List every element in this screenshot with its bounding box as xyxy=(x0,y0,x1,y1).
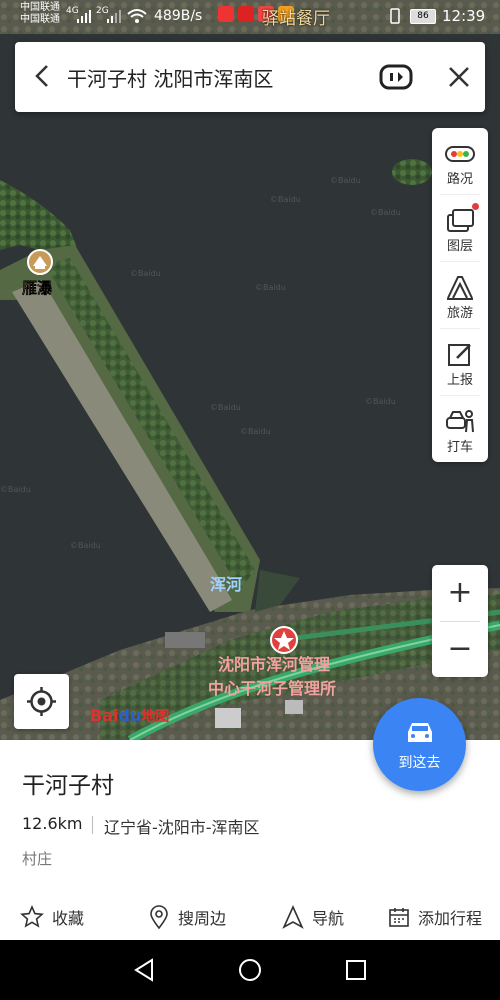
network-speed: 489B/s xyxy=(154,8,203,24)
svg-text:©Baidu: ©Baidu xyxy=(270,195,301,204)
map-tool-panel: 路况 图层 旅游 上报 打车 xyxy=(432,128,488,462)
search-bar[interactable]: 干河子村 沈阳市浑南区 xyxy=(15,42,485,112)
zoom-control: + − xyxy=(432,565,488,677)
river-label: 浑河 xyxy=(210,575,242,594)
carrier-labels: 中国联通 中国联通 xyxy=(20,2,60,25)
svg-text:©Baidu: ©Baidu xyxy=(370,208,401,217)
home-circle-icon[interactable] xyxy=(236,956,264,984)
signal-bars-icon xyxy=(77,10,91,23)
vibrate-icon xyxy=(390,8,400,24)
go-here-button[interactable]: 到这去 xyxy=(373,698,466,791)
traffic-icon xyxy=(445,146,475,162)
poi-main-label-2[interactable]: 中心干河子管理所 xyxy=(208,679,336,698)
svg-text:©Baidu: ©Baidu xyxy=(255,283,286,292)
crosshair-location-icon xyxy=(27,687,56,716)
back-arrow-icon[interactable] xyxy=(29,62,57,90)
recents-square-icon[interactable] xyxy=(342,956,370,984)
search-nearby-button[interactable]: 搜周边 xyxy=(148,898,226,936)
navigation-icon xyxy=(282,905,304,929)
poi-main-label-1[interactable]: 沈阳市浑河管理 xyxy=(218,655,330,674)
place-name: 干河子村 xyxy=(22,773,114,799)
svg-text:©Baidu: ©Baidu xyxy=(0,485,31,494)
status-bar: 中国联通 中国联通 4G 2G 489B/s 驿站餐厅 86 12:39 xyxy=(0,0,500,34)
zoom-in-button[interactable]: + xyxy=(432,565,488,621)
add-itinerary-button[interactable]: 添加行程 xyxy=(388,898,482,936)
tool-traffic-button[interactable]: 路况 xyxy=(432,128,488,194)
tool-layers-button[interactable]: 图层 xyxy=(432,195,488,261)
baidu-map-logo: Baidu地图 xyxy=(90,706,170,725)
favorite-button[interactable]: 收藏 xyxy=(20,898,84,936)
svg-text:©Baidu: ©Baidu xyxy=(130,269,161,278)
place-region: 辽宁省-沈阳市-浑南区 xyxy=(104,818,260,837)
notification-title: 驿站餐厅 xyxy=(262,9,330,29)
calendar-icon xyxy=(389,908,409,927)
mic-notification-icon xyxy=(218,6,234,22)
map-watermark: ©Baidu xyxy=(330,176,361,185)
battery-indicator: 86 xyxy=(410,9,436,24)
svg-text:©Baidu: ©Baidu xyxy=(210,403,241,412)
svg-text:©Baidu: ©Baidu xyxy=(365,397,396,406)
go-here-label: 到这去 xyxy=(398,755,441,771)
tool-taxi-button[interactable]: 打车 xyxy=(432,396,488,462)
zoom-out-button[interactable]: − xyxy=(432,621,488,677)
place-type: 村庄 xyxy=(22,850,53,868)
app-notification-icon xyxy=(238,6,254,22)
signal-bars-icon xyxy=(107,10,121,23)
layers-icon xyxy=(447,209,474,232)
tool-report-button[interactable]: 上报 xyxy=(432,329,488,395)
poi-yanpu-label[interactable]: 雁瀑 xyxy=(22,279,53,297)
place-distance: 12.6km xyxy=(22,814,83,833)
navigation-button[interactable]: 导航 xyxy=(282,898,344,936)
system-nav-bar xyxy=(0,940,500,1000)
svg-text:©Baidu: ©Baidu xyxy=(240,427,271,436)
close-icon[interactable] xyxy=(445,63,473,91)
wifi-icon xyxy=(127,9,147,23)
star-icon xyxy=(20,905,44,928)
new-badge xyxy=(472,203,479,210)
action-bar: 收藏 搜周边 导航 添加行程 xyxy=(0,898,500,936)
location-pin-icon xyxy=(150,905,168,929)
travel-icon xyxy=(447,276,473,300)
svg-text:©Baidu: ©Baidu xyxy=(70,541,101,550)
tool-travel-button[interactable]: 旅游 xyxy=(432,262,488,328)
taxi-icon xyxy=(446,410,474,433)
clock: 12:39 xyxy=(442,7,486,25)
divider xyxy=(92,816,93,834)
route-switch-icon[interactable] xyxy=(379,63,413,91)
my-location-button[interactable] xyxy=(14,674,69,729)
search-query[interactable]: 干河子村 沈阳市浑南区 xyxy=(67,63,273,92)
report-icon xyxy=(448,344,471,366)
back-triangle-icon[interactable] xyxy=(130,956,158,984)
car-icon xyxy=(408,723,432,742)
